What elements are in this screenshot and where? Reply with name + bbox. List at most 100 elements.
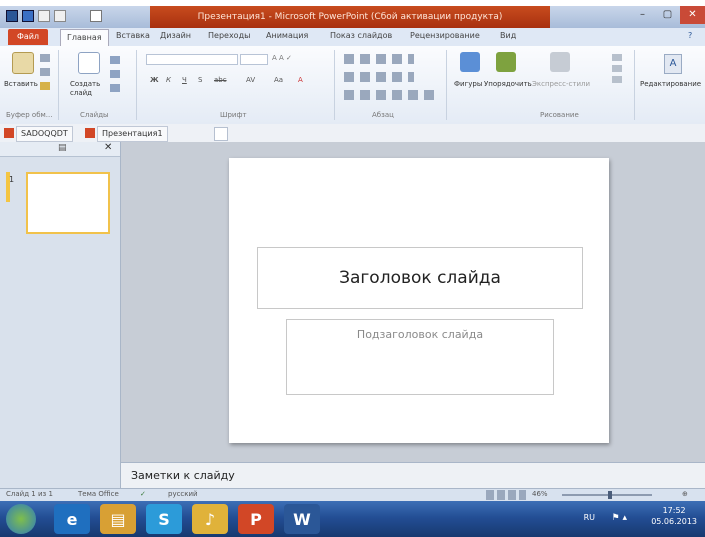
ribbon: Вставить Буфер обм... Создать слайд Слай…	[0, 46, 705, 125]
shapes-button-label[interactable]: Фигуры	[454, 80, 482, 88]
tray-icons[interactable]: ⚑ ▴	[612, 513, 627, 523]
arrange-icon[interactable]	[496, 52, 516, 72]
spellcheck-icon[interactable]: ✓	[140, 490, 146, 498]
powerpoint-taskbar-icon[interactable]: P	[238, 504, 274, 534]
case-button[interactable]: Aa	[274, 76, 283, 84]
tab-animation[interactable]: Анимация	[266, 31, 308, 40]
window-title: Презентация1 - Microsoft PowerPoint (Сбо…	[150, 6, 550, 28]
slide-subtitle-placeholder[interactable]: Подзаголовок слайда	[286, 319, 554, 395]
doc-tab-sadoqqdt[interactable]: SADOQQDT	[16, 126, 73, 142]
tab-home[interactable]: Главная	[60, 29, 109, 46]
slides-pane-header: ▤ ✕	[0, 142, 120, 157]
tab-view[interactable]: Вид	[500, 31, 516, 40]
new-tab-button[interactable]	[214, 127, 228, 141]
font-size-buttons[interactable]: A A ✓	[272, 54, 292, 62]
clock-time: 17:52	[662, 506, 686, 515]
group-font-label: Шрифт	[220, 111, 247, 119]
system-clock[interactable]: 17:52 05.06.2013	[651, 505, 697, 527]
explorer-icon[interactable]: ▤	[100, 504, 136, 534]
windows-taskbar: e ▤ S ♪ P W RU ⚑ ▴ 17:52 05.06.2013	[0, 501, 705, 537]
paste-button-label[interactable]: Вставить	[4, 80, 38, 88]
slides-pane: ▤ ✕ 1	[0, 142, 121, 488]
tab-transitions[interactable]: Переходы	[208, 31, 250, 40]
cut-icon[interactable]	[40, 54, 50, 62]
input-language[interactable]: RU	[584, 513, 595, 522]
music-app-icon[interactable]: ♪	[192, 504, 228, 534]
zoom-slider-thumb[interactable]	[608, 491, 612, 499]
close-pane-icon[interactable]: ✕	[104, 142, 112, 153]
zoom-level[interactable]: 46%	[532, 490, 548, 498]
slide-counter: Слайд 1 из 1	[6, 490, 53, 498]
ie-icon[interactable]: e	[54, 504, 90, 534]
reset-icon[interactable]	[110, 70, 120, 78]
zoom-slider[interactable]	[562, 494, 652, 496]
group-separator	[446, 50, 447, 120]
notes-placeholder: Заметки к слайду	[131, 469, 235, 482]
customize-toolbar-icon[interactable]	[90, 10, 102, 22]
quick-styles-icon[interactable]	[550, 52, 570, 72]
tab-file[interactable]: Файл	[8, 29, 48, 45]
status-bar: Слайд 1 из 1 Тема Office ✓ русский 46% ⊕	[0, 488, 705, 502]
strike-button[interactable]: abc	[214, 76, 227, 84]
new-slide-icon[interactable]	[78, 52, 100, 74]
help-icon[interactable]: ?	[688, 31, 692, 40]
pptx-file-icon	[4, 128, 14, 138]
slide-thumbnail[interactable]	[26, 172, 110, 234]
font-size-select[interactable]	[240, 54, 268, 65]
group-paragraph-label: Абзац	[372, 111, 394, 119]
document-tabs: SADOQQDT Презентация1	[0, 124, 705, 143]
shapes-icon[interactable]	[460, 52, 480, 72]
spacing-button[interactable]: AV	[246, 76, 255, 84]
pptx-file-icon	[85, 128, 95, 138]
start-button[interactable]	[6, 504, 36, 534]
shape-format-buttons[interactable]	[612, 54, 622, 84]
notes-pane[interactable]: Заметки к слайду	[121, 462, 705, 489]
fit-slide-icon[interactable]: ⊕	[682, 490, 688, 498]
minimize-button[interactable]: –	[630, 6, 655, 24]
list-buttons[interactable]	[344, 54, 414, 64]
new-slide-button-label[interactable]: Создать слайд	[70, 80, 104, 98]
section-icon[interactable]	[110, 84, 120, 92]
title-bar: Презентация1 - Microsoft PowerPoint (Сбо…	[0, 6, 705, 28]
view-buttons[interactable]	[486, 490, 526, 500]
bold-button[interactable]: Ж	[150, 76, 159, 84]
maximize-button[interactable]: ▢	[655, 6, 680, 24]
tab-review[interactable]: Рецензирование	[410, 31, 480, 40]
powerpoint-app-icon[interactable]	[6, 10, 18, 22]
group-slides-label: Слайды	[80, 111, 109, 119]
undo-icon[interactable]	[38, 10, 50, 22]
outline-tab-icon[interactable]: ▤	[58, 143, 67, 153]
group-separator	[634, 50, 635, 120]
underline-button[interactable]: Ч	[182, 76, 187, 84]
slide[interactable]: Заголовок слайда Подзаголовок слайда	[229, 158, 609, 443]
arrange-button-label[interactable]: Упорядочить	[484, 80, 532, 88]
font-family-select[interactable]	[146, 54, 238, 65]
word-taskbar-icon[interactable]: W	[284, 504, 320, 534]
close-button[interactable]: ✕	[680, 6, 705, 24]
slide-editor: Заголовок слайда Подзаголовок слайда	[121, 142, 705, 462]
font-color-button[interactable]: A	[298, 76, 303, 84]
doc-tab-presentation1[interactable]: Презентация1	[97, 126, 168, 142]
italic-button[interactable]: К	[166, 76, 171, 84]
slide-title-placeholder[interactable]: Заголовок слайда	[257, 247, 583, 309]
editing-button-label[interactable]: Редактирование	[640, 80, 701, 88]
quick-styles-button-label[interactable]: Экспресс-стили	[532, 80, 590, 88]
redo-icon[interactable]	[54, 10, 66, 22]
format-painter-icon[interactable]	[40, 82, 50, 90]
save-icon[interactable]	[22, 10, 34, 22]
shadow-button[interactable]: S	[198, 76, 202, 84]
clock-date: 05.06.2013	[651, 517, 697, 526]
tab-slideshow[interactable]: Показ слайдов	[330, 31, 392, 40]
language-indicator[interactable]: русский	[168, 490, 198, 498]
align-buttons[interactable]	[344, 90, 434, 100]
indent-buttons[interactable]	[344, 72, 414, 82]
find-icon[interactable]: A	[664, 54, 682, 74]
skype-icon[interactable]: S	[146, 504, 182, 534]
copy-icon[interactable]	[40, 68, 50, 76]
slide-thumbnail-number: 1	[9, 175, 15, 184]
paste-icon[interactable]	[12, 52, 34, 74]
layout-icon[interactable]	[110, 56, 120, 64]
tab-design[interactable]: Дизайн	[160, 31, 191, 40]
theme-name: Тема Office	[78, 490, 119, 498]
tab-insert[interactable]: Вставка	[116, 31, 150, 40]
